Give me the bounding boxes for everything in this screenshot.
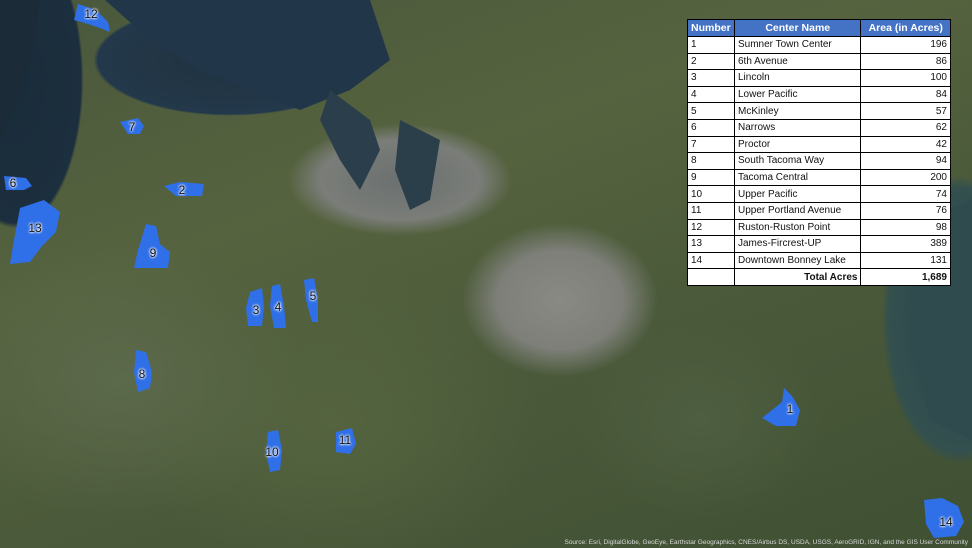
center-label-5: 5 (309, 289, 317, 303)
cell-name: 6th Avenue (733, 52, 862, 71)
cell-area: 86 (860, 52, 951, 71)
cell-area: 98 (860, 218, 951, 237)
header-number: Number (687, 19, 735, 37)
center-label-13: 13 (28, 221, 42, 235)
cell-number: 8 (687, 152, 735, 170)
cell-area: 74 (860, 185, 951, 203)
cell-area: 196 (860, 36, 951, 54)
cell-name: Lincoln (733, 69, 862, 87)
table-total-row: Total Acres 1,689 (687, 268, 951, 286)
table-row: 7 Proctor 42 (687, 135, 951, 154)
center-label-9: 9 (149, 246, 157, 260)
cell-name: Upper Portland Avenue (733, 201, 862, 220)
cell-area: 84 (860, 85, 951, 104)
cell-name: Ruston-Ruston Point (733, 218, 862, 237)
table-row: 4 Lower Pacific 84 (687, 85, 951, 104)
center-area-table: Number Center Name Area (in Acres) 1 Sumn… (687, 19, 951, 286)
cell-name: Narrows (733, 118, 862, 137)
cell-area: 42 (860, 135, 951, 154)
cell-name: James-Fircrest-UP (733, 235, 862, 253)
center-label-6: 6 (9, 176, 17, 190)
cell-area: 100 (860, 69, 951, 87)
cell-area: 76 (860, 201, 951, 220)
cell-name: South Tacoma Way (733, 152, 862, 170)
center-label-12: 12 (84, 7, 98, 21)
center-label-1: 1 (786, 402, 794, 416)
cell-number: 14 (687, 251, 735, 270)
table-row: 3 Lincoln 100 (687, 69, 951, 87)
table-row: 9 Tacoma Central 200 (687, 168, 951, 187)
center-label-11: 11 (338, 433, 352, 447)
center-label-3: 3 (252, 303, 260, 317)
cell-number: 5 (687, 102, 735, 120)
table-row: 1 Sumner Town Center 196 (687, 36, 951, 54)
cell-area: 57 (860, 102, 951, 120)
cell-name: McKinley (733, 102, 862, 120)
cell-area: 200 (860, 168, 951, 187)
center-label-10: 10 (265, 445, 279, 459)
total-value: 1,689 (860, 268, 951, 286)
cell-empty (687, 268, 735, 286)
table-row: 13 James-Fircrest-UP 389 (687, 235, 951, 253)
total-label: Total Acres (733, 268, 862, 286)
center-label-2: 2 (178, 183, 186, 197)
cell-number: 6 (687, 118, 735, 137)
table-row: 11 Upper Portland Avenue 76 (687, 201, 951, 220)
center-label-14: 14 (939, 515, 953, 529)
cell-name: Upper Pacific (733, 185, 862, 203)
cell-name: Downtown Bonney Lake (733, 251, 862, 270)
cell-name: Lower Pacific (733, 85, 862, 104)
table-row: 6 Narrows 62 (687, 118, 951, 137)
map-attribution: Source: Esri, DigitalGlobe, GeoEye, Eart… (564, 539, 968, 546)
cell-number: 1 (687, 36, 735, 54)
header-center-name: Center Name (733, 19, 862, 37)
cell-number: 12 (687, 218, 735, 237)
cell-number: 7 (687, 135, 735, 154)
table-row: 14 Downtown Bonney Lake 131 (687, 251, 951, 270)
cell-number: 3 (687, 69, 735, 87)
table-header-row: Number Center Name Area (in Acres) (687, 19, 951, 37)
cell-name: Sumner Town Center (733, 36, 862, 54)
table-row: 8 South Tacoma Way 94 (687, 152, 951, 170)
table-row: 5 McKinley 57 (687, 102, 951, 120)
cell-number: 10 (687, 185, 735, 203)
cell-number: 11 (687, 201, 735, 220)
center-polygon-1 (762, 388, 800, 426)
cell-area: 389 (860, 235, 951, 253)
cell-area: 94 (860, 152, 951, 170)
center-label-4: 4 (274, 300, 282, 314)
satellite-map[interactable]: 12 7 6 2 13 9 3 4 5 8 10 11 1 14 Number … (0, 0, 972, 548)
center-label-7: 7 (128, 120, 136, 134)
center-label-8: 8 (138, 367, 146, 381)
table-row: 10 Upper Pacific 74 (687, 185, 951, 203)
cell-number: 2 (687, 52, 735, 71)
cell-area: 131 (860, 251, 951, 270)
center-polygon-6 (4, 176, 32, 190)
table-row: 2 6th Avenue 86 (687, 52, 951, 71)
cell-number: 4 (687, 85, 735, 104)
table-row: 12 Ruston-Ruston Point 98 (687, 218, 951, 237)
cell-number: 9 (687, 168, 735, 187)
cell-name: Tacoma Central (733, 168, 862, 187)
cell-name: Proctor (733, 135, 862, 154)
header-area: Area (in Acres) (860, 19, 951, 37)
cell-area: 62 (860, 118, 951, 137)
cell-number: 13 (687, 235, 735, 253)
